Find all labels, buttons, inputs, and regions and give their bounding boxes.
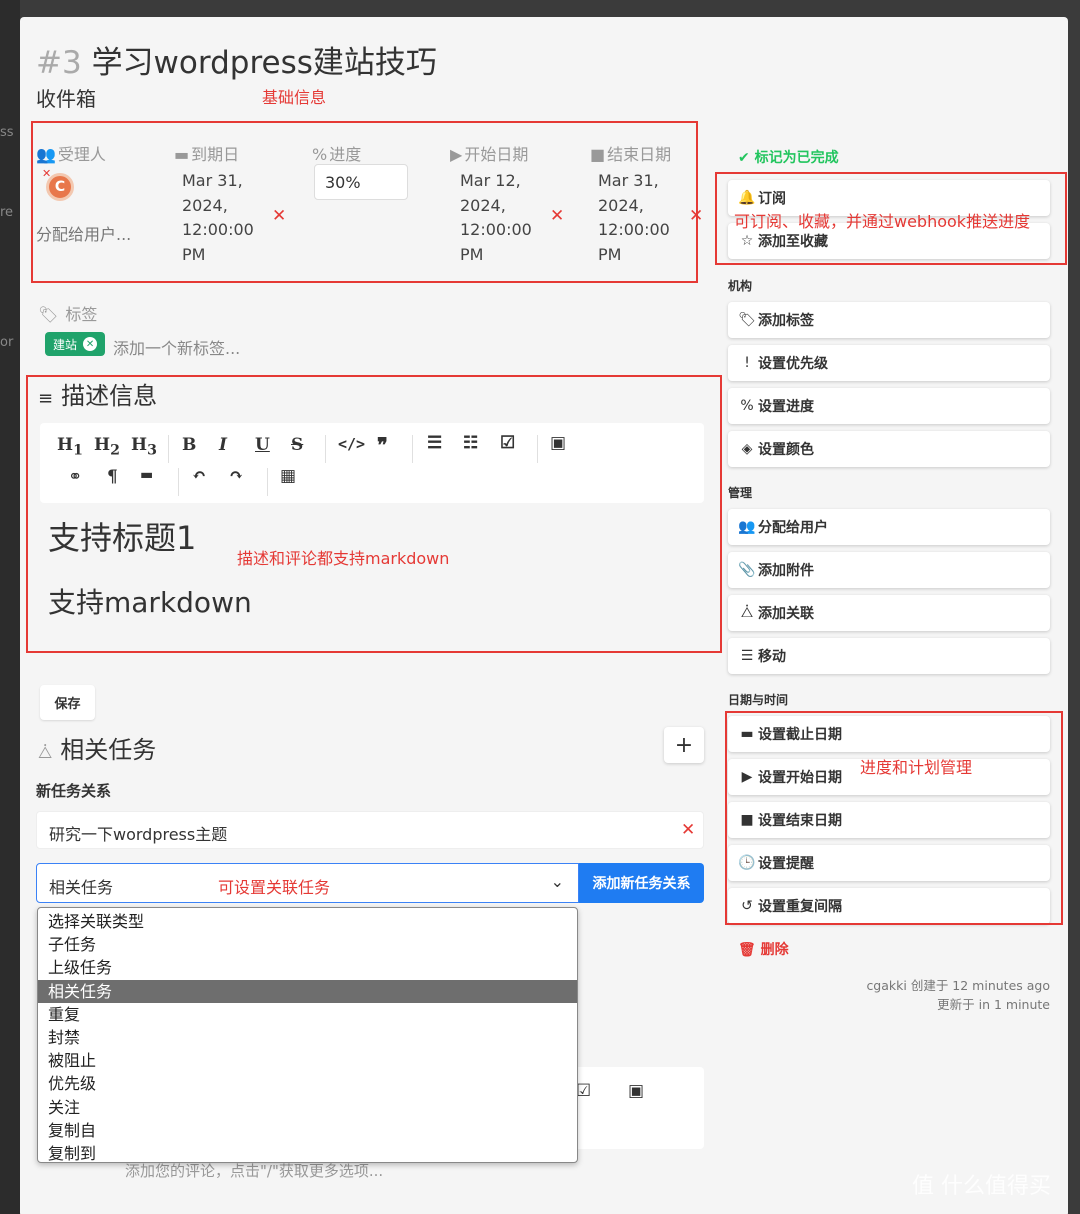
users-icon: 👥 — [738, 519, 756, 535]
paperclip-icon: 📎 — [738, 562, 756, 578]
relation-option[interactable]: 复制到 — [38, 1142, 577, 1165]
add-relation-button[interactable]: + — [664, 727, 704, 763]
tags-icon: 🏷 — [738, 312, 756, 328]
add-attachment-button[interactable]: 📎 添加附件 — [728, 552, 1050, 588]
set-color-button[interactable]: ◈ 设置颜色 — [728, 431, 1050, 467]
project-name[interactable]: 收件箱 — [36, 83, 96, 112]
relation-option[interactable]: 封禁 — [38, 1026, 577, 1049]
mark-done-button[interactable]: ✔ 标记为已完成 — [738, 147, 839, 167]
section-org-label: 机构 — [728, 279, 753, 293]
relation-option[interactable]: 上级任务 — [38, 956, 577, 979]
exclamation-icon: ! — [744, 355, 750, 371]
task-title-text: 学习wordpress建站技巧 — [91, 45, 437, 81]
watermark: 值 什么值得买 — [912, 1174, 1051, 1199]
background-page: ss re or — [0, 0, 20, 1214]
add-new-relation-button[interactable]: 添加新任务关系 — [579, 863, 704, 903]
relation-option[interactable]: 关注 — [38, 1096, 577, 1119]
image-icon[interactable]: ▣ — [628, 1081, 644, 1101]
chevron-down-icon: ⌄ — [550, 872, 564, 891]
annotation-box-basic — [31, 121, 698, 283]
sitemap-icon: ⧊ — [38, 743, 53, 762]
related-task-input[interactable]: 研究一下wordpress主题 — [36, 811, 704, 849]
section-manage-label: 管理 — [728, 486, 753, 500]
percent-icon: % — [740, 398, 754, 414]
relation-option[interactable]: 子任务 — [38, 933, 577, 956]
set-progress-button[interactable]: % 设置进度 — [728, 388, 1050, 424]
annotation-box-datetime — [725, 711, 1063, 925]
relation-option[interactable]: 重复 — [38, 1003, 577, 1026]
task-list-icon[interactable]: ☑ — [576, 1081, 591, 1101]
paint-bucket-icon: ◈ — [741, 441, 753, 457]
new-relation-label: 新任务关系 — [36, 782, 112, 800]
move-button[interactable]: ☰ 移动 — [728, 638, 1050, 674]
tags-icon: 🏷 — [38, 305, 59, 324]
add-label-input[interactable]: 添加一个新标签... — [113, 335, 240, 359]
set-priority-button[interactable]: ! 设置优先级 — [728, 345, 1050, 381]
list-icon: ☰ — [740, 648, 754, 664]
relation-option[interactable]: 被阻止 — [38, 1049, 577, 1072]
relation-option[interactable]: 优先级 — [38, 1072, 577, 1095]
annotation-box-description — [26, 375, 722, 653]
label-chip[interactable]: 建站 ✕ — [45, 332, 106, 356]
annotation-basic-info: 基础信息 — [262, 88, 327, 107]
annotation-box-subscribe — [715, 172, 1067, 265]
delete-button[interactable]: 🗑 删除 — [738, 939, 789, 959]
save-button[interactable]: 保存 — [40, 685, 95, 720]
relation-kind-dropdown: 选择关联类型 子任务 上级任务 相关任务 重复 封禁 被阻止 优先级 关注 复制… — [37, 907, 578, 1163]
clear-related-task-icon[interactable]: ✕ — [681, 820, 695, 840]
section-datetime-label: 日期与时间 — [728, 693, 789, 707]
assign-user-button[interactable]: 👥 分配给用户 — [728, 509, 1050, 545]
task-detail-modal: #3 学习wordpress建站技巧 收件箱 基础信息 👥 受理人 C ✕ 分配给… — [20, 17, 1068, 1214]
trash-icon: 🗑 — [738, 942, 756, 958]
add-relation-sidebar-button[interactable]: ⧊ 添加关联 — [728, 595, 1050, 631]
check-icon: ✔ — [738, 150, 750, 166]
sitemap-icon: ⧊ — [740, 605, 754, 621]
relation-option[interactable]: 复制自 — [38, 1119, 577, 1142]
remove-label-icon[interactable]: ✕ — [83, 337, 98, 351]
add-label-button[interactable]: 🏷 添加标签 — [728, 302, 1050, 338]
relation-option[interactable]: 选择关联类型 — [38, 910, 577, 933]
annotation-relation: 可设置关联任务 — [218, 878, 331, 897]
task-number: #3 — [36, 45, 82, 81]
related-tasks-heading: ⧊ 相关任务 — [38, 736, 157, 764]
labels-heading: 🏷 标签 — [38, 305, 98, 324]
created-info: cgakki 创建于 12 minutes ago — [866, 978, 1050, 993]
updated-info: 更新于 in 1 minute — [937, 997, 1050, 1012]
task-title[interactable]: #3 学习wordpress建站技巧 — [36, 37, 437, 82]
relation-option-selected[interactable]: 相关任务 — [38, 979, 577, 1003]
